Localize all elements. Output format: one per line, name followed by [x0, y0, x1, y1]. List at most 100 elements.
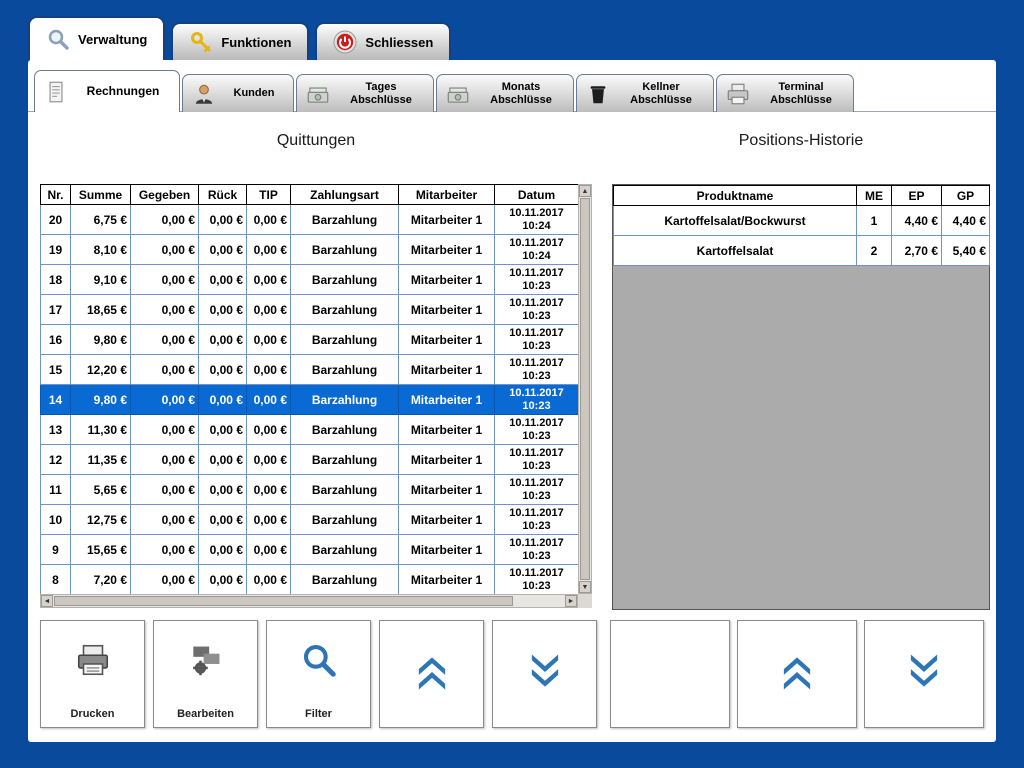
double-chevron-up-icon	[738, 653, 856, 691]
tab-verwaltung[interactable]: Verwaltung	[28, 16, 165, 60]
position-cell: 4,40 €	[942, 206, 990, 236]
receipts-column-header[interactable]: TIP	[247, 185, 291, 205]
receipt-cell: Barzahlung	[291, 475, 399, 505]
receipts-column-header[interactable]: Nr.	[41, 185, 71, 205]
receipt-row[interactable]: 1012,75 €0,00 €0,00 €0,00 €BarzahlungMit…	[41, 505, 579, 535]
receipt-cell: 0,00 €	[199, 355, 247, 385]
double-chevron-up-icon	[380, 653, 483, 691]
positions-page-down-button[interactable]	[864, 620, 984, 728]
positions-column-header[interactable]: ME	[857, 186, 892, 206]
positions-tbody: Kartoffelsalat/Bockwurst14,40 €4,40 €Kar…	[614, 206, 990, 266]
receipt-cell: 11,35 €	[71, 445, 131, 475]
drucken-button-label: Drucken	[41, 708, 144, 720]
tab-funktionen-label: Funktionen	[221, 35, 291, 50]
positions-empty-button[interactable]	[610, 620, 730, 728]
receipts-horizontal-scrollbar[interactable]: ◄ ►	[40, 594, 578, 608]
positions-column-header[interactable]: EP	[892, 186, 942, 206]
tab-schliessen[interactable]: Schliessen	[315, 22, 451, 60]
receipt-cell-datum: 10.11.201710:23	[495, 325, 579, 355]
receipt-cell: 9,80 €	[71, 325, 131, 355]
receipt-row[interactable]: 1311,30 €0,00 €0,00 €0,00 €BarzahlungMit…	[41, 415, 579, 445]
scroll-right-arrow-icon[interactable]: ►	[565, 595, 577, 607]
receipt-cell: Mitarbeiter 1	[399, 325, 495, 355]
positions-column-header[interactable]: Produktname	[614, 186, 857, 206]
tab-tages-abschluesse[interactable]: Tages Abschlüsse	[296, 74, 434, 112]
receipt-row[interactable]: 206,75 €0,00 €0,00 €0,00 €BarzahlungMita…	[41, 205, 579, 235]
vertical-scroll-thumb[interactable]	[580, 198, 590, 580]
receipt-cell: 0,00 €	[199, 415, 247, 445]
receipt-cell: Barzahlung	[291, 325, 399, 355]
receipts-table-container: Nr.SummeGegebenRückTIPZahlungsartMitarbe…	[40, 184, 592, 608]
receipt-cell: 0,00 €	[131, 265, 199, 295]
receipts-column-header[interactable]: Zahlungsart	[291, 185, 399, 205]
receipt-cell: 0,00 €	[131, 505, 199, 535]
receipt-cell: 14	[41, 385, 71, 415]
tab-kunden[interactable]: Kunden	[182, 74, 294, 112]
bearbeiten-button[interactable]: Bearbeiten	[153, 620, 258, 728]
receipt-row[interactable]: 115,65 €0,00 €0,00 €0,00 €BarzahlungMita…	[41, 475, 579, 505]
position-row[interactable]: Kartoffelsalat/Bockwurst14,40 €4,40 €	[614, 206, 990, 236]
receipts-page-up-button[interactable]	[379, 620, 484, 728]
receipt-cell-datum: 10.11.201710:23	[495, 505, 579, 535]
receipt-row[interactable]: 189,10 €0,00 €0,00 €0,00 €BarzahlungMita…	[41, 265, 579, 295]
receipt-cell: 0,00 €	[247, 235, 291, 265]
scroll-up-arrow-icon[interactable]: ▲	[579, 185, 591, 197]
receipt-row[interactable]: 198,10 €0,00 €0,00 €0,00 €BarzahlungMita…	[41, 235, 579, 265]
tab-monats-abschluesse[interactable]: Monats Abschlüsse	[436, 74, 574, 112]
receipt-cell: 0,00 €	[131, 295, 199, 325]
receipt-cell: 0,00 €	[131, 535, 199, 565]
positions-page-up-button[interactable]	[737, 620, 857, 728]
receipts-column-header[interactable]: Datum	[495, 185, 579, 205]
receipt-row[interactable]: 149,80 €0,00 €0,00 €0,00 €BarzahlungMita…	[41, 385, 579, 415]
receipt-cell: 0,00 €	[247, 295, 291, 325]
receipt-row[interactable]: 1512,20 €0,00 €0,00 €0,00 €BarzahlungMit…	[41, 355, 579, 385]
tab-funktionen[interactable]: Funktionen	[171, 22, 309, 60]
positions-column-header[interactable]: GP	[942, 186, 990, 206]
scroll-left-arrow-icon[interactable]: ◄	[41, 595, 53, 607]
horizontal-scroll-thumb[interactable]	[54, 596, 513, 606]
receipt-cell: 0,00 €	[131, 205, 199, 235]
tab-rechnungen[interactable]: Rechnungen	[34, 70, 180, 112]
receipt-cell: 0,00 €	[199, 535, 247, 565]
receipt-cell: 0,00 €	[199, 325, 247, 355]
receipt-cell: Barzahlung	[291, 385, 399, 415]
receipt-row[interactable]: 87,20 €0,00 €0,00 €0,00 €BarzahlungMitar…	[41, 565, 579, 595]
receipt-cell: 0,00 €	[131, 385, 199, 415]
quittungen-title: Quittungen	[40, 132, 592, 150]
receipts-vertical-scrollbar[interactable]: ▲ ▼	[578, 184, 592, 594]
receipt-cell-datum: 10.11.201710:23	[495, 445, 579, 475]
tab-schliessen-label: Schliessen	[365, 35, 433, 50]
receipt-cell: Barzahlung	[291, 205, 399, 235]
scroll-down-arrow-icon[interactable]: ▼	[579, 581, 591, 593]
tab-kellner-abschluesse[interactable]: Kellner Abschlüsse	[576, 74, 714, 112]
receipt-cell-datum: 10.11.201710:23	[495, 385, 579, 415]
position-cell: 1	[857, 206, 892, 236]
receipt-cell: Mitarbeiter 1	[399, 535, 495, 565]
printer-icon	[41, 641, 144, 679]
receipt-cell: Barzahlung	[291, 355, 399, 385]
receipts-column-header[interactable]: Gegeben	[131, 185, 199, 205]
receipt-row[interactable]: 1211,35 €0,00 €0,00 €0,00 €BarzahlungMit…	[41, 445, 579, 475]
position-cell: 2,70 €	[892, 236, 942, 266]
receipts-page-down-button[interactable]	[492, 620, 597, 728]
person-icon	[191, 81, 217, 107]
filter-magnifier-icon	[267, 641, 370, 679]
positions-header-row: ProduktnameMEEPGP	[614, 186, 990, 206]
receipt-cell: 16	[41, 325, 71, 355]
receipts-tbody: 206,75 €0,00 €0,00 €0,00 €BarzahlungMita…	[41, 205, 579, 595]
receipts-column-header[interactable]: Mitarbeiter	[399, 185, 495, 205]
receipt-cell-datum: 10.11.201710:23	[495, 355, 579, 385]
drucken-button[interactable]: Drucken	[40, 620, 145, 728]
receipt-row[interactable]: 1718,65 €0,00 €0,00 €0,00 €BarzahlungMit…	[41, 295, 579, 325]
receipt-row[interactable]: 915,65 €0,00 €0,00 €0,00 €BarzahlungMita…	[41, 535, 579, 565]
receipt-cell: Mitarbeiter 1	[399, 235, 495, 265]
key-icon	[189, 30, 213, 54]
tab-terminal-abschluesse[interactable]: Terminal Abschlüsse	[716, 74, 854, 112]
filter-button[interactable]: Filter	[266, 620, 371, 728]
receipts-column-header[interactable]: Rück	[199, 185, 247, 205]
receipts-column-header[interactable]: Summe	[71, 185, 131, 205]
receipt-cell: 0,00 €	[247, 535, 291, 565]
position-row[interactable]: Kartoffelsalat22,70 €5,40 €	[614, 236, 990, 266]
receipt-row[interactable]: 169,80 €0,00 €0,00 €0,00 €BarzahlungMita…	[41, 325, 579, 355]
receipt-cell: 0,00 €	[199, 265, 247, 295]
